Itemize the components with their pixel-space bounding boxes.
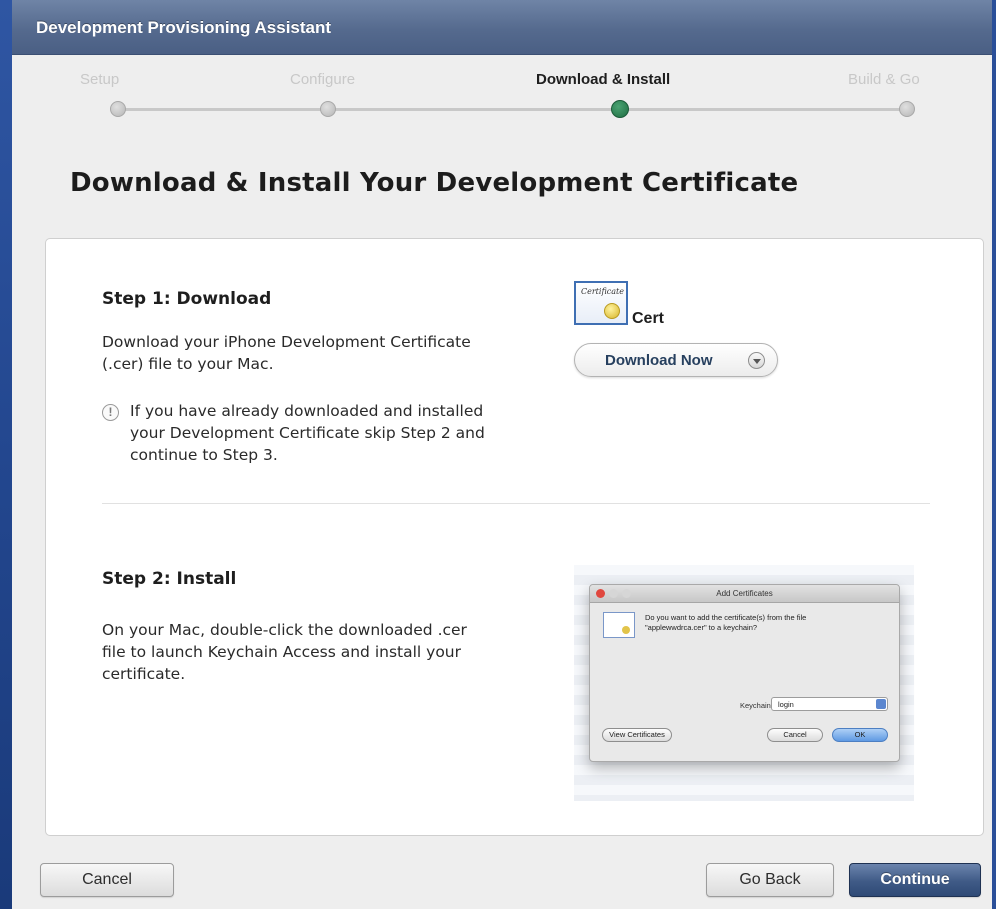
keychain-label: Keychain:	[740, 701, 773, 710]
step2-description-line: certificate.	[102, 665, 186, 683]
download-now-button[interactable]: Download Now	[574, 343, 778, 377]
info-icon: !	[102, 404, 119, 421]
certificate-icon-script: Certificate	[581, 287, 624, 296]
section-divider	[102, 503, 930, 504]
step-dot-download-install	[611, 100, 629, 118]
step-label-configure: Configure	[290, 71, 356, 88]
step-label-build-go: Build & Go	[848, 71, 920, 88]
step2-description-line: On your Mac, double-click the downloaded…	[102, 621, 467, 639]
step1-note: If you have already downloaded and insta…	[130, 400, 485, 466]
continue-button[interactable]: Continue	[849, 863, 981, 897]
step2-description-line: file to launch Keychain Access and insta…	[102, 643, 461, 661]
step1-description-line: Download your iPhone Development Certifi…	[102, 333, 471, 351]
step-label-download-install: Download & Install	[536, 71, 671, 88]
dialog-message-line: "applewwdrca.cer" to a keychain?	[645, 623, 758, 632]
dialog-message: Do you want to add the certificate(s) fr…	[645, 613, 885, 633]
step-dot-configure	[320, 101, 336, 117]
step1-note-line: If you have already downloaded and insta…	[130, 402, 484, 420]
certificate-label: Cert	[632, 310, 665, 327]
dialog-titlebar: Add Certificates	[590, 585, 899, 603]
step2-description: On your Mac, double-click the downloaded…	[102, 619, 467, 685]
step-label-setup: Setup	[80, 71, 120, 88]
cancel-button[interactable]: Cancel	[40, 863, 174, 897]
step1-note-line: continue to Step 3.	[130, 446, 278, 464]
step2-title: Step 2: Install	[102, 569, 237, 589]
step1-title: Step 1: Download	[102, 289, 272, 309]
page-heading: Download & Install Your Development Cert…	[70, 168, 799, 198]
download-chevron-icon[interactable]	[748, 352, 765, 369]
dialog-cancel-button: Cancel	[767, 728, 823, 742]
window-titlebar: Development Provisioning Assistant	[12, 0, 992, 55]
instructions-panel: Step 1: Download Download your iPhone De…	[45, 238, 984, 836]
step1-description-line: (.cer) file to your Mac.	[102, 355, 274, 373]
add-certificates-dialog-image: Add Certificates Do you want to add the …	[589, 584, 900, 762]
step-dot-setup	[110, 101, 126, 117]
desktop-edge-left	[0, 0, 12, 909]
window-title: Development Provisioning Assistant	[36, 18, 332, 37]
dialog-message-line: Do you want to add the certificate(s) fr…	[645, 613, 807, 622]
assistant-window: Development Provisioning Assistant Setup…	[12, 0, 992, 909]
dialog-certificate-icon	[603, 612, 635, 638]
view-certificates-button: View Certificates	[602, 728, 672, 742]
dialog-title: Add Certificates	[716, 589, 773, 598]
go-back-button[interactable]: Go Back	[706, 863, 834, 897]
select-arrows-icon	[876, 699, 886, 709]
step1-note-line: your Development Certificate skip Step 2…	[130, 424, 485, 442]
certificate-icon: Certificate	[574, 281, 628, 325]
keychain-select: login	[771, 697, 888, 711]
download-now-label: Download Now	[605, 352, 713, 369]
progress-steps: Setup Configure Download & Install Build…	[12, 55, 992, 150]
keychain-select-value: login	[778, 700, 794, 709]
step1-description: Download your iPhone Development Certifi…	[102, 331, 471, 375]
desktop-edge-right	[992, 0, 996, 909]
dialog-ok-button: OK	[832, 728, 888, 742]
step-dot-build-go	[899, 101, 915, 117]
progress-track	[117, 108, 907, 111]
certificate-seal-icon	[604, 303, 620, 319]
